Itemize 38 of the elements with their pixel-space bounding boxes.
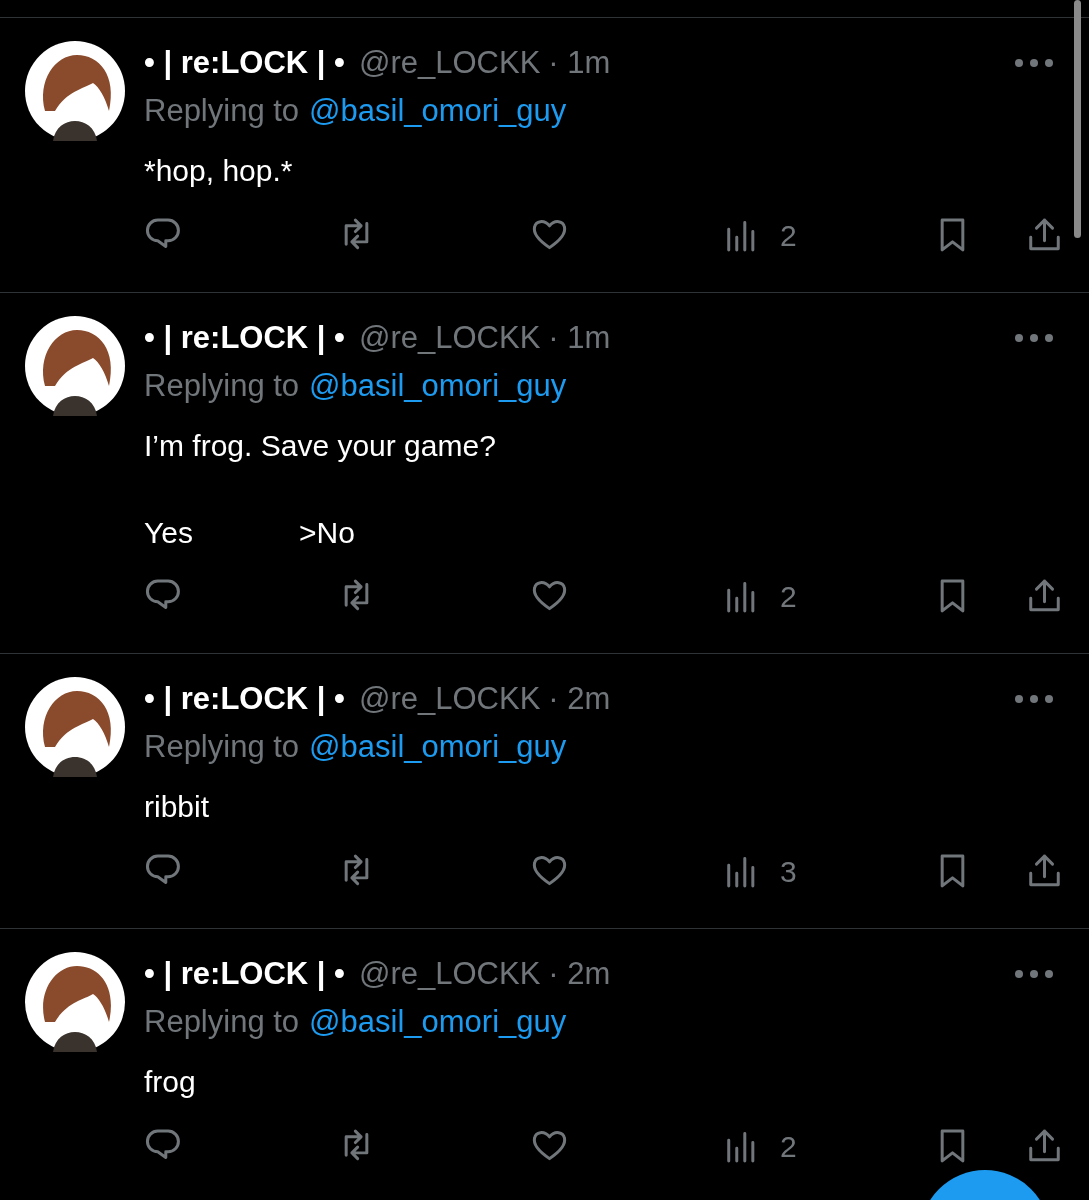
post-text: I’m frog. Save your game? bbox=[144, 428, 497, 464]
avatar[interactable] bbox=[25, 316, 125, 416]
post-time: · 2m bbox=[548, 679, 611, 718]
view-count: 2 bbox=[780, 578, 798, 615]
view-count: 2 bbox=[780, 1128, 798, 1165]
more-icon[interactable] bbox=[1014, 58, 1054, 68]
display-name[interactable]: • | re:LOCK | • bbox=[144, 675, 345, 723]
more-icon[interactable] bbox=[1014, 694, 1054, 704]
post-text: *hop, hop.* bbox=[144, 153, 294, 189]
view-count: 2 bbox=[780, 217, 798, 254]
replying-label: Replying to bbox=[144, 1002, 300, 1041]
avatar[interactable] bbox=[25, 677, 125, 777]
handle[interactable]: @re_LOCKK bbox=[358, 675, 541, 723]
avatar[interactable] bbox=[25, 41, 125, 141]
display-name[interactable]: • | re:LOCK | • bbox=[144, 39, 345, 87]
view-count: 3 bbox=[780, 853, 798, 890]
replying-label: Replying to bbox=[144, 91, 300, 130]
post-time: · 1m bbox=[548, 318, 611, 357]
post-text: frog bbox=[144, 1064, 197, 1100]
replying-label: Replying to bbox=[144, 366, 300, 405]
mention-link[interactable]: @basil_omori_guy bbox=[309, 87, 567, 135]
mention-link[interactable]: @basil_omori_guy bbox=[309, 998, 567, 1046]
handle[interactable]: @re_LOCKK bbox=[358, 39, 541, 87]
more-icon[interactable] bbox=[1014, 969, 1054, 979]
post-text: ribbit bbox=[144, 789, 211, 825]
avatar[interactable] bbox=[25, 952, 125, 1052]
post-time: · 2m bbox=[548, 954, 611, 993]
more-icon[interactable] bbox=[1014, 333, 1054, 343]
display-name[interactable]: • | re:LOCK | • bbox=[144, 950, 345, 998]
choice-option: Yes bbox=[144, 509, 193, 555]
mention-link[interactable]: @basil_omori_guy bbox=[309, 723, 567, 771]
choice-option: >No bbox=[298, 509, 355, 555]
replying-label: Replying to bbox=[144, 727, 300, 766]
display-name[interactable]: • | re:LOCK | • bbox=[144, 314, 345, 362]
post-time: · 1m bbox=[548, 43, 611, 82]
mention-link[interactable]: @basil_omori_guy bbox=[309, 362, 567, 410]
handle[interactable]: @re_LOCKK bbox=[358, 950, 541, 998]
handle[interactable]: @re_LOCKK bbox=[358, 314, 541, 362]
